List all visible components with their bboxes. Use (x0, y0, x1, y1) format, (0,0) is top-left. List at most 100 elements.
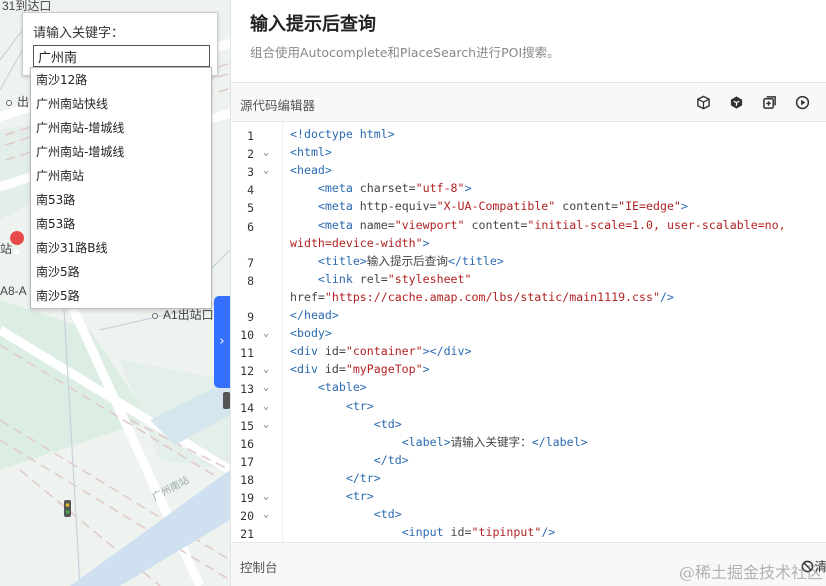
suggestion-item[interactable]: 广州南站-增城线 (31, 140, 211, 164)
panel-toggle-button[interactable]: › (214, 296, 230, 388)
code-tag: <html> (290, 145, 332, 160)
code-text: id= (317, 344, 346, 359)
code-line[interactable]: width=device-width"> (290, 234, 430, 252)
suggestion-item[interactable]: 南53路 (31, 188, 211, 212)
chevron-right-icon: › (219, 334, 225, 349)
code-line[interactable]: <td> (290, 505, 402, 523)
line-number: 20 (240, 509, 254, 524)
fold-chevron-icon[interactable]: ⌄ (263, 491, 269, 502)
fold-chevron-icon[interactable]: ⌄ (263, 147, 269, 158)
code-line[interactable]: <table> (290, 378, 367, 396)
page-title: 输入提示后查询 (250, 14, 376, 35)
line-number: 19 (240, 491, 254, 505)
code-tag: <meta (317, 199, 353, 214)
fold-chevron-icon[interactable]: ⌄ (263, 328, 269, 339)
code-line[interactable]: <!doctype html> (290, 125, 395, 143)
gutter-line: 6 (231, 217, 283, 235)
search-input[interactable] (33, 45, 210, 67)
code-text: charset= (352, 181, 416, 196)
code-string: "tipinput" (471, 525, 542, 540)
fold-chevron-icon[interactable]: ⌄ (263, 401, 269, 412)
gutter-line: 21 (231, 524, 283, 542)
code-string: "stylesheet" (387, 271, 472, 286)
code-line[interactable]: <html> (290, 143, 332, 161)
code-line[interactable]: href="https://cache.amap.com/lbs/static/… (290, 288, 674, 306)
line-number: 12 (240, 364, 254, 379)
new-window-icon[interactable] (762, 95, 777, 110)
code-string: "viewport" (394, 217, 465, 232)
code-editor[interactable]: 1 2 ⌄ 3 ⌄ 4 5 6 7 8 9 10 ⌄ 11 12 ⌄ 13 ⌄ 14 ⌄ 15 ⌄ 16 17 18 19 ⌄ 20 ⌄… (231, 122, 826, 542)
code-tag: <meta (317, 181, 353, 196)
code-line[interactable]: <meta name="viewport" content="initial-s… (290, 216, 786, 234)
gutter-line: 1 (231, 126, 283, 144)
code-panel: 输入提示后查询 组合使用Autocomplete和PlaceSearch进行PO… (230, 0, 826, 586)
gutter-line: 14 ⌄ (231, 398, 283, 416)
code-string: "container" (345, 344, 423, 359)
fold-chevron-icon[interactable]: ⌄ (263, 382, 269, 393)
code-tag: /> (659, 289, 674, 304)
fold-chevron-icon[interactable]: ⌄ (263, 165, 269, 176)
gutter-line: 4 (231, 180, 283, 198)
autocomplete-suggestion-list: 南沙12路 广州南站快线 广州南站-增城线 广州南站-增城线 广州南站 南53路… (30, 67, 212, 309)
code-line[interactable]: <link rel="stylesheet" (290, 270, 472, 288)
suggestion-item[interactable]: 南沙31路B线 (31, 236, 211, 260)
suggestion-item[interactable]: 广州南站 (31, 164, 211, 188)
code-line[interactable]: <td> (290, 415, 402, 433)
code-tag: ></div> (422, 344, 472, 359)
code-tag: <input (401, 525, 444, 540)
cube-icon[interactable] (696, 95, 711, 110)
line-number: 6 (247, 219, 254, 234)
code-line[interactable]: <meta charset="utf-8"> (290, 179, 472, 197)
code-tag: <meta (317, 217, 353, 232)
code-tag: <body> (290, 326, 332, 341)
map-view[interactable]: 31到达口 出 站 A8-A A1出站口 E 广州南站 请输入关键字： 南沙12… (0, 0, 230, 586)
gutter-line (231, 235, 283, 253)
editor-title: 源代码编辑器 (240, 98, 316, 113)
code-line[interactable]: <meta http-equiv="X-UA-Compatible" conte… (290, 197, 688, 215)
code-tag: > (422, 362, 430, 377)
line-number: 17 (240, 454, 254, 469)
gutter-line: 10 ⌄ (231, 325, 283, 343)
play-icon[interactable] (795, 95, 810, 110)
code-line[interactable]: </td> (290, 451, 409, 469)
code-tag: </label> (531, 434, 588, 449)
code-line[interactable]: <label>请输入关键字：</label> (290, 433, 588, 451)
suggestion-item[interactable]: 南沙5路 (31, 260, 211, 284)
code-line[interactable]: <tr> (290, 397, 374, 415)
code-tag: <td> (373, 507, 402, 522)
code-text: 输入提示后查询 (366, 253, 448, 268)
code-line[interactable]: <body> (290, 324, 332, 342)
code-line[interactable]: <div id="myPageTop"> (290, 360, 430, 378)
code-line[interactable]: <title>输入提示后查询</title> (290, 252, 504, 270)
poi-dot-icon (152, 312, 158, 319)
gutter-line: 18 (231, 470, 283, 488)
code-text: href= (290, 289, 325, 304)
suggestion-item[interactable]: 广州南站-增城线 (31, 116, 211, 140)
gutter-line: 16 (231, 434, 283, 452)
code-line[interactable]: </tr> (290, 469, 381, 487)
fold-chevron-icon[interactable]: ⌄ (263, 364, 269, 375)
suggestion-item[interactable]: 南沙5路 (31, 284, 211, 308)
code-tag: /> (541, 525, 556, 540)
suggestion-item[interactable]: 南53路 (31, 212, 211, 236)
code-string: "IE=edge" (618, 199, 681, 214)
code-line[interactable]: <tr> (290, 487, 374, 505)
code-text: id= (317, 362, 346, 377)
fold-chevron-icon[interactable]: ⌄ (263, 419, 269, 430)
code-tag: <div (290, 362, 318, 377)
code-line[interactable]: </head> (290, 306, 339, 324)
gutter-line: 8 (231, 271, 283, 289)
code-line[interactable]: <div id="container"></div> (290, 342, 472, 360)
code-line[interactable]: <input id="tipinput"/> (290, 523, 556, 541)
suggestion-item[interactable]: 南沙12路 (31, 68, 211, 92)
console-clear-button[interactable]: 清 (801, 556, 826, 575)
fold-chevron-icon[interactable]: ⌄ (263, 509, 269, 520)
code-tag: <tr> (345, 398, 374, 413)
cube-outline-icon[interactable] (729, 95, 744, 110)
code-line[interactable]: <head> (290, 161, 332, 179)
code-tag: </head> (290, 308, 339, 322)
suggestion-item[interactable]: 广州南站快线 (31, 92, 211, 116)
